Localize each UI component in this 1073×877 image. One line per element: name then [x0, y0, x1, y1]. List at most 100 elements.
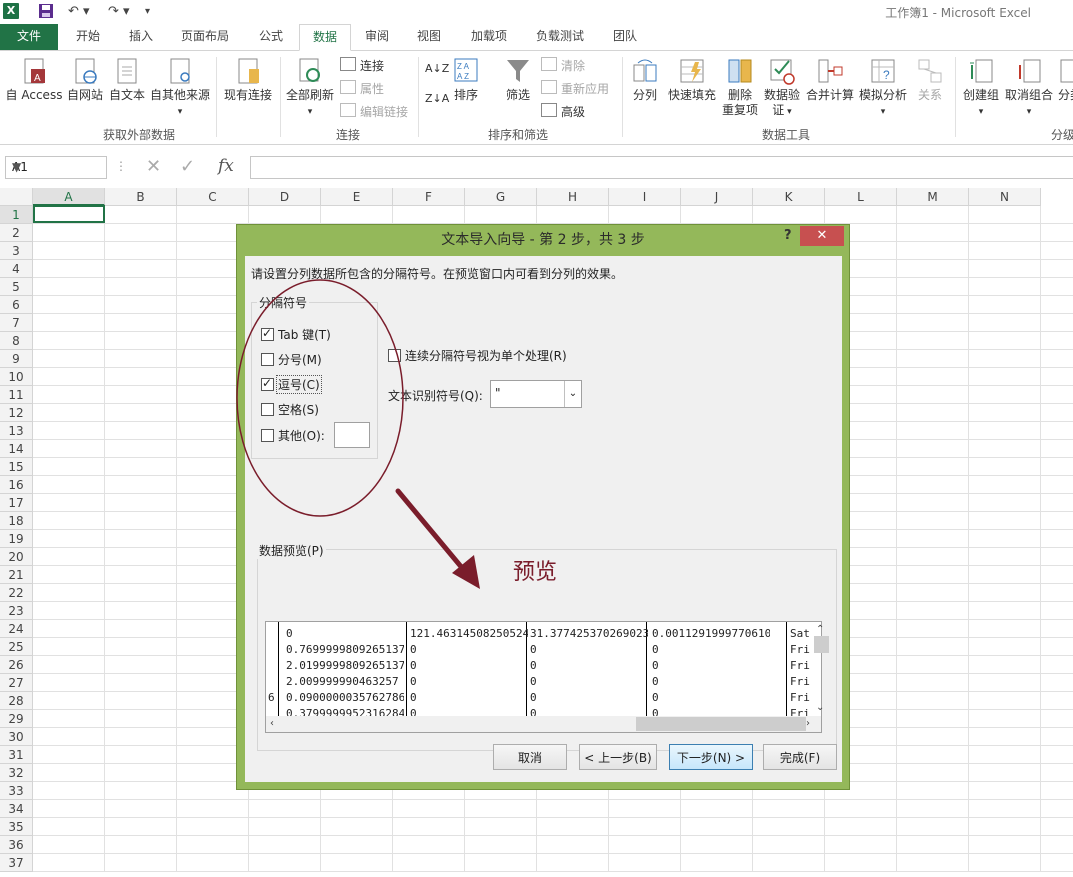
row-header[interactable]: 26 [0, 656, 33, 674]
row-header[interactable]: 6 [0, 296, 33, 314]
scroll-down-icon[interactable]: ⌄ [816, 702, 824, 713]
customize-qat-icon[interactable]: ▾ [145, 3, 150, 21]
group-button[interactable]: 创建组 ▾ [960, 57, 1002, 120]
flash-fill-button[interactable]: 快速填充 [666, 57, 718, 103]
row-header[interactable]: 8 [0, 332, 33, 350]
column-header[interactable]: E [321, 188, 393, 206]
edit-links-button[interactable]: 编辑链接 [340, 103, 408, 120]
reapply-button[interactable]: 重新应用 [541, 80, 609, 97]
consolidate-button[interactable]: 合并计算 [804, 57, 856, 103]
column-header[interactable]: F [393, 188, 465, 206]
row-header[interactable]: 24 [0, 620, 33, 638]
from-web-button[interactable]: 自网站 [64, 57, 106, 103]
back-button[interactable]: < 上一步(B) [579, 744, 657, 770]
row-header[interactable]: 31 [0, 746, 33, 764]
row-header[interactable]: 35 [0, 818, 33, 836]
row-header[interactable]: 27 [0, 674, 33, 692]
column-header[interactable]: N [969, 188, 1041, 206]
row-header[interactable]: 20 [0, 548, 33, 566]
finish-button[interactable]: 完成(F) [763, 744, 837, 770]
row-header[interactable]: 16 [0, 476, 33, 494]
horizontal-scrollbar[interactable]: ‹ › [266, 716, 821, 732]
sort-descending-button[interactable]: Z↓A [425, 91, 449, 107]
insert-function-icon[interactable]: fx [218, 156, 234, 176]
sort-ascending-button[interactable]: A↓Z [425, 61, 449, 77]
redo-icon[interactable]: ↷ ▾ [108, 3, 130, 21]
existing-connections-button[interactable]: 现有连接 [220, 57, 276, 103]
scroll-thumb[interactable] [814, 636, 829, 653]
row-header[interactable]: 12 [0, 404, 33, 422]
row-header[interactable]: 5 [0, 278, 33, 296]
remove-duplicates-button[interactable]: 删除 重复项 [720, 57, 760, 118]
tab-view[interactable]: 视图 [406, 24, 452, 50]
row-header[interactable]: 1 [0, 206, 33, 224]
tab-team[interactable]: 团队 [602, 24, 648, 50]
row-header[interactable]: 17 [0, 494, 33, 512]
active-cell[interactable] [33, 205, 105, 223]
row-header[interactable]: 9 [0, 350, 33, 368]
save-icon[interactable] [38, 3, 54, 21]
sort-button[interactable]: Z AA Z 排序 [450, 57, 482, 103]
row-header[interactable]: 2 [0, 224, 33, 242]
row-header[interactable]: 18 [0, 512, 33, 530]
advanced-filter-button[interactable]: 高级 [541, 103, 585, 120]
text-qualifier-select[interactable]: " ⌄ [490, 380, 582, 408]
tab-home[interactable]: 开始 [66, 24, 110, 50]
row-header[interactable]: 37 [0, 854, 33, 872]
properties-button[interactable]: 属性 [340, 80, 384, 97]
vertical-scrollbar[interactable]: ⌃ ⌄ [813, 622, 829, 716]
scroll-left-icon[interactable]: ‹ [270, 718, 274, 729]
formula-input[interactable] [250, 156, 1073, 179]
undo-icon[interactable]: ↶ ▾ [68, 3, 90, 21]
excel-icon[interactable]: X [3, 3, 19, 19]
row-header[interactable]: 15 [0, 458, 33, 476]
column-header[interactable]: A [33, 188, 105, 206]
chevron-down-icon[interactable]: ▼ [12, 160, 102, 174]
select-all-corner[interactable] [0, 188, 33, 206]
column-header[interactable]: K [753, 188, 825, 206]
row-header[interactable]: 28 [0, 692, 33, 710]
row-header[interactable]: 30 [0, 728, 33, 746]
relationships-button[interactable]: 关系 [911, 57, 949, 103]
cancel-button[interactable]: 取消 [493, 744, 567, 770]
tab-addins[interactable]: 加载项 [460, 24, 518, 50]
row-header[interactable]: 32 [0, 764, 33, 782]
tab-file[interactable]: 文件 [0, 24, 58, 50]
column-header[interactable]: G [465, 188, 537, 206]
column-header[interactable]: M [897, 188, 969, 206]
row-header[interactable]: 10 [0, 368, 33, 386]
subtotal-button[interactable]: 分类 [1055, 57, 1073, 103]
what-if-analysis-button[interactable]: ? 模拟分析 ▾ [857, 57, 909, 120]
clear-filter-button[interactable]: 清除 [541, 57, 585, 74]
name-box[interactable]: A1 ▼ [5, 156, 107, 179]
ungroup-button[interactable]: 取消组合 ▾ [1003, 57, 1055, 120]
tab-review[interactable]: 审阅 [354, 24, 400, 50]
row-header[interactable]: 29 [0, 710, 33, 728]
column-header[interactable]: I [609, 188, 681, 206]
row-header[interactable]: 23 [0, 602, 33, 620]
next-button[interactable]: 下一步(N) > [669, 744, 753, 770]
tab-data[interactable]: 数据 [299, 24, 351, 51]
enter-icon[interactable]: ✓ [180, 156, 195, 177]
chevron-down-icon[interactable]: ⌄ [564, 381, 581, 407]
tab-load-test[interactable]: 负载测试 [526, 24, 594, 50]
row-header[interactable]: 3 [0, 242, 33, 260]
column-header[interactable]: J [681, 188, 753, 206]
column-header[interactable]: C [177, 188, 249, 206]
column-header[interactable]: H [537, 188, 609, 206]
row-header[interactable]: 34 [0, 800, 33, 818]
row-header[interactable]: 33 [0, 782, 33, 800]
column-header[interactable]: B [105, 188, 177, 206]
connections-button[interactable]: 连接 [340, 57, 384, 74]
row-header[interactable]: 11 [0, 386, 33, 404]
row-header[interactable]: 36 [0, 836, 33, 854]
close-button[interactable]: ✕ [800, 226, 844, 246]
cancel-icon[interactable]: ✕ [146, 156, 161, 177]
row-header[interactable]: 13 [0, 422, 33, 440]
column-header[interactable]: D [249, 188, 321, 206]
tab-page-layout[interactable]: 页面布局 [172, 24, 238, 50]
row-header[interactable]: 14 [0, 440, 33, 458]
column-header[interactable]: L [825, 188, 897, 206]
filter-button[interactable]: 筛选 [500, 57, 536, 103]
tab-formulas[interactable]: 公式 [248, 24, 294, 50]
